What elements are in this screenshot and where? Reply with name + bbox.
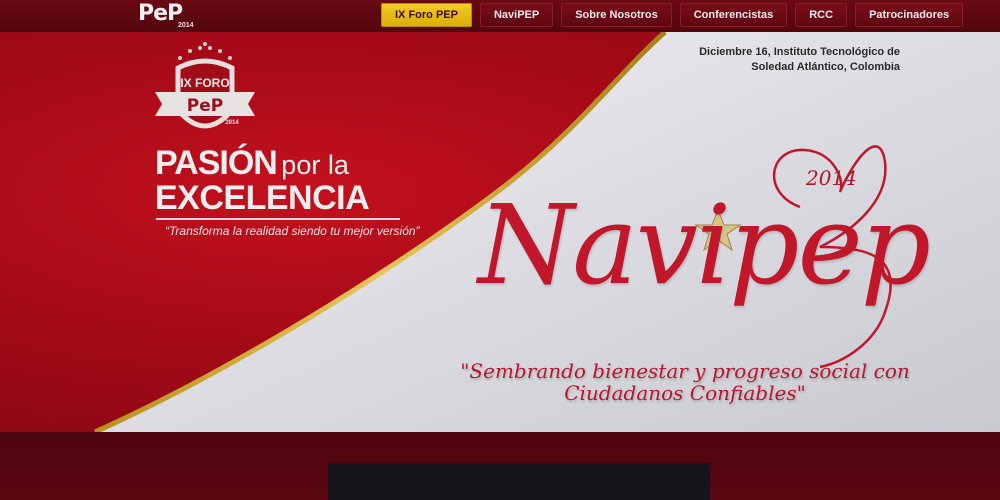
logo-year: 2014 (178, 22, 194, 29)
badge-line2: PeP (187, 96, 223, 116)
pep-logo[interactable]: PeP 2014 (138, 2, 198, 30)
nav-conferencistas[interactable]: Conferencistas (679, 3, 788, 27)
navipep-slogan: "Sembrando bienestar y progreso social c… (440, 360, 930, 404)
logo-text: PeP (138, 1, 183, 26)
ix-foro-badge-icon: IX FORO PeP 2014 (155, 42, 255, 129)
event-info-line1: Diciembre 16, Instituto Tecnológico de (699, 46, 900, 58)
badge-line1: IX FORO (180, 76, 229, 90)
pasion-tagline: “Transforma la realidad siendo tu mejor … (165, 224, 420, 238)
nav-sobre-nosotros[interactable]: Sobre Nosotros (561, 3, 672, 27)
hero-banner: Diciembre 16, Instituto Tecnológico de S… (0, 32, 1000, 432)
excelencia-word: EXCELENCIA (155, 179, 370, 217)
pasion-divider (156, 218, 400, 220)
top-navigation-bar: PeP 2014 IX Foro PEP NaviPEP Sobre Nosot… (0, 0, 1000, 32)
event-info-line2: Soledad Atlántico, Colombia (751, 61, 900, 73)
navipep-year: 2014 (806, 166, 857, 190)
nav-navipep[interactable]: NaviPEP (479, 3, 554, 27)
content-panel (328, 463, 710, 500)
nav-patrocinadores[interactable]: Patrocinadores (855, 3, 964, 27)
main-nav: IX Foro PEP NaviPEP Sobre Nosotros Confe… (381, 3, 964, 27)
nav-ix-foro-pep[interactable]: IX Foro PEP (381, 3, 472, 27)
slogan-line2: Ciudadanos Confiables" (564, 381, 806, 405)
event-date-location: Diciembre 16, Instituto Tecnológico de S… (699, 45, 900, 75)
slogan-line1: "Sembrando bienestar y progreso social c… (460, 359, 910, 383)
pasion-word: PASIÓN (155, 144, 278, 182)
navipep-title: Navipep (478, 181, 931, 309)
badge-year: 2014 (225, 120, 239, 126)
nav-rcc[interactable]: RCC (795, 3, 848, 27)
por-la-word: por la (281, 150, 349, 180)
